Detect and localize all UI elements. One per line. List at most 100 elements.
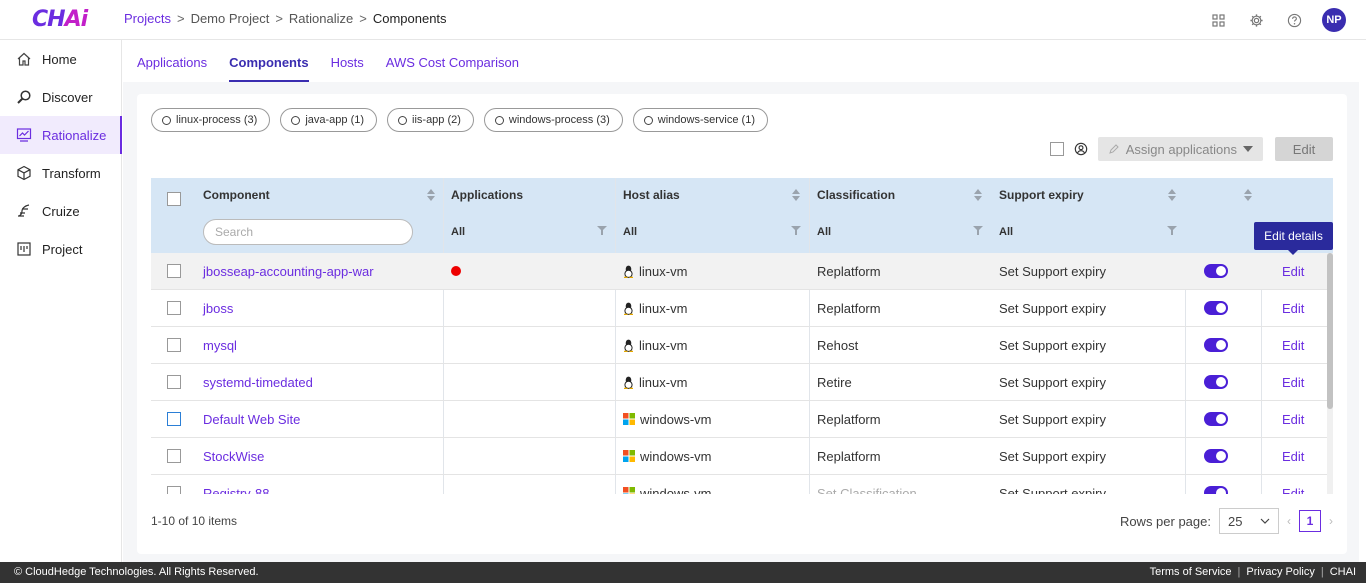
- component-name[interactable]: StockWise: [203, 438, 264, 474]
- table-scrollbar[interactable]: [1327, 253, 1333, 494]
- classification-filter-value[interactable]: All: [817, 226, 831, 238]
- header-component[interactable]: Component: [203, 188, 270, 202]
- row-toggle[interactable]: [1204, 327, 1228, 363]
- row-edit-link[interactable]: Edit: [1282, 364, 1304, 400]
- filter-icon[interactable]: [791, 226, 801, 236]
- header-applications[interactable]: Applications: [451, 188, 523, 202]
- edit-button[interactable]: Edit: [1275, 137, 1333, 161]
- page-number[interactable]: 1: [1299, 510, 1321, 532]
- filter-icon[interactable]: [1167, 226, 1177, 236]
- apps-grid-icon[interactable]: [1208, 10, 1228, 30]
- support-expiry[interactable]: Set Support expiry: [999, 438, 1106, 474]
- classification[interactable]: Replatform: [817, 253, 881, 289]
- chip-windows-process[interactable]: windows-process (3): [483, 108, 623, 132]
- row-edit-link[interactable]: Edit: [1282, 253, 1304, 289]
- table-row[interactable]: jboss linux-vm Replatform Set Support ex…: [151, 290, 1327, 327]
- sort-icon[interactable]: [792, 188, 800, 202]
- toggle-switch[interactable]: [1204, 338, 1228, 352]
- sidebar-item-transform[interactable]: Transform: [0, 154, 121, 192]
- row-checkbox[interactable]: [167, 301, 181, 315]
- sort-icon[interactable]: [974, 188, 982, 202]
- table-row[interactable]: mysql linux-vm Rehost Set Support expiry…: [151, 327, 1327, 364]
- user-avatar[interactable]: NP: [1322, 8, 1346, 32]
- row-edit-link[interactable]: Edit: [1282, 475, 1304, 495]
- sort-icon[interactable]: [427, 188, 435, 202]
- sidebar-item-rationalize[interactable]: Rationalize: [0, 116, 122, 154]
- row-checkbox[interactable]: [167, 486, 181, 494]
- row-checkbox[interactable]: [167, 264, 181, 278]
- component-name[interactable]: Registry-88: [203, 475, 269, 495]
- host-filter-value[interactable]: All: [623, 226, 637, 238]
- support-expiry[interactable]: Set Support expiry: [999, 327, 1106, 363]
- gear-icon[interactable]: [1246, 10, 1266, 30]
- classification[interactable]: Rehost: [817, 327, 858, 363]
- sidebar-item-cruize[interactable]: Cruize: [0, 192, 121, 230]
- classification[interactable]: Replatform: [817, 290, 881, 326]
- component-name[interactable]: jboss: [203, 290, 233, 326]
- chai-link[interactable]: CHAI: [1330, 566, 1356, 578]
- chip-windows-service[interactable]: windows-service (1): [632, 108, 768, 132]
- table-row[interactable]: Registry-88 windows-vm Set Classificatio…: [151, 475, 1327, 494]
- support-expiry[interactable]: Set Support expiry: [999, 290, 1106, 326]
- support-expiry[interactable]: Set Support expiry: [999, 401, 1106, 437]
- component-name[interactable]: mysql: [203, 327, 237, 363]
- chip-linux-process[interactable]: linux-process (3): [151, 108, 271, 132]
- rows-per-page-select[interactable]: 25: [1219, 508, 1279, 534]
- classification[interactable]: Set Classification: [817, 475, 917, 495]
- row-checkbox[interactable]: [167, 412, 181, 426]
- filter-icon[interactable]: [597, 226, 607, 236]
- header-host-alias[interactable]: Host alias: [623, 188, 680, 202]
- chip-iis-app[interactable]: iis-app (2): [387, 108, 474, 132]
- toggle-switch[interactable]: [1204, 412, 1228, 426]
- tab-aws-cost-comparison[interactable]: AWS Cost Comparison: [386, 55, 519, 82]
- row-checkbox[interactable]: [167, 338, 181, 352]
- chip-java-app[interactable]: java-app (1): [280, 108, 378, 132]
- scrollbar-thumb[interactable]: [1327, 253, 1333, 409]
- support-expiry[interactable]: Set Support expiry: [999, 475, 1106, 495]
- row-checkbox[interactable]: [167, 449, 181, 463]
- row-edit-link[interactable]: Edit: [1282, 401, 1304, 437]
- table-row[interactable]: Default Web Site windows-vm Replatform S…: [151, 401, 1327, 438]
- toggle-switch[interactable]: [1204, 264, 1228, 278]
- sidebar-item-home[interactable]: Home: [0, 40, 121, 78]
- tab-hosts[interactable]: Hosts: [331, 55, 364, 82]
- privacy-link[interactable]: Privacy Policy: [1246, 566, 1314, 578]
- row-edit-link[interactable]: Edit: [1282, 438, 1304, 474]
- row-edit-link[interactable]: Edit: [1282, 290, 1304, 326]
- breadcrumb-project[interactable]: Demo Project: [191, 11, 270, 26]
- toggle-switch[interactable]: [1204, 486, 1228, 494]
- component-name[interactable]: Default Web Site: [203, 401, 300, 437]
- help-icon[interactable]: [1284, 10, 1304, 30]
- prev-page-icon[interactable]: ‹: [1287, 514, 1291, 528]
- chai-logo[interactable]: CHAi: [32, 7, 88, 32]
- table-row[interactable]: jbosseap-accounting-app-war linux-vm Rep…: [151, 253, 1327, 290]
- row-checkbox[interactable]: [167, 375, 181, 389]
- sort-icon[interactable]: [1168, 188, 1176, 202]
- component-search-input[interactable]: Search: [203, 219, 413, 245]
- support-filter-value[interactable]: All: [999, 226, 1013, 238]
- row-toggle[interactable]: [1204, 438, 1228, 474]
- classification[interactable]: Replatform: [817, 438, 881, 474]
- header-classification[interactable]: Classification: [817, 188, 895, 202]
- next-page-icon[interactable]: ›: [1329, 514, 1333, 528]
- assign-applications-button[interactable]: Assign applications: [1097, 137, 1263, 161]
- component-name[interactable]: systemd-timedated: [203, 364, 313, 400]
- row-toggle[interactable]: [1204, 364, 1228, 400]
- classification[interactable]: Replatform: [817, 401, 881, 437]
- row-toggle[interactable]: [1204, 475, 1228, 494]
- table-row[interactable]: systemd-timedated linux-vm Retire Set Su…: [151, 364, 1327, 401]
- support-expiry[interactable]: Set Support expiry: [999, 253, 1106, 289]
- select-all-checkbox[interactable]: [167, 192, 181, 206]
- row-toggle[interactable]: [1204, 401, 1228, 437]
- classification[interactable]: Retire: [817, 364, 852, 400]
- filter-icon[interactable]: [973, 226, 983, 236]
- header-support-expiry[interactable]: Support expiry: [999, 188, 1084, 202]
- breadcrumb-projects[interactable]: Projects: [124, 11, 171, 26]
- breadcrumb-rationalize[interactable]: Rationalize: [289, 11, 353, 26]
- sidebar-item-discover[interactable]: Discover: [0, 78, 121, 116]
- tab-components[interactable]: Components: [229, 55, 309, 82]
- row-edit-link[interactable]: Edit: [1282, 327, 1304, 363]
- row-toggle[interactable]: [1204, 290, 1228, 326]
- row-toggle[interactable]: [1204, 253, 1228, 289]
- applications-filter-value[interactable]: All: [451, 226, 465, 238]
